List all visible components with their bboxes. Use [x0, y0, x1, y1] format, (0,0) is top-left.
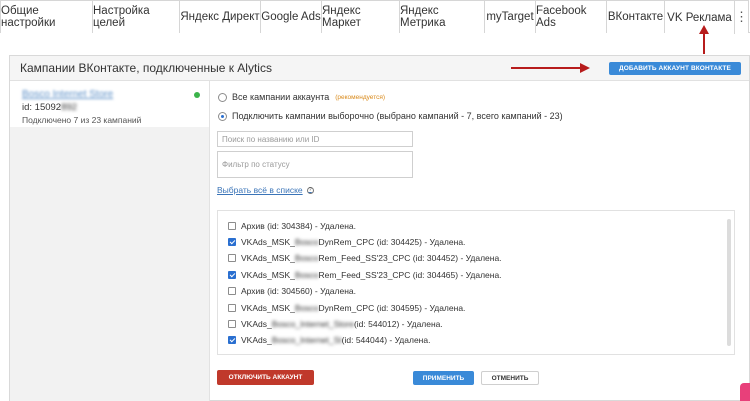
select-all-link[interactable]: Выбрать всё в списке ?	[217, 185, 314, 195]
accounts-sidebar: Bosco Internet Store id: 15092892 Подклю…	[10, 81, 210, 401]
option-all-campaigns[interactable]: Все кампании аккаунта (рекомендуется)	[218, 90, 563, 104]
tab-mytarget[interactable]: myTarget	[485, 0, 536, 33]
panel-header: Кампании ВКонтакте, подключенные к Alyti…	[10, 56, 749, 81]
tab-bar: Общие настройки Настройка целей Яндекс Д…	[0, 0, 750, 34]
option-all-label: Все кампании аккаунта	[232, 92, 330, 102]
tab-yandex-direct[interactable]: Яндекс Директ	[180, 0, 261, 33]
radio-all[interactable]	[218, 92, 227, 102]
status-filter-field[interactable]: Фильтр по статусу	[217, 151, 413, 178]
account-name[interactable]: Bosco Internet Store	[22, 89, 197, 100]
tab-facebook-ads[interactable]: Facebook Ads	[536, 0, 607, 33]
disconnect-account-button[interactable]: ОТКЛЮЧИТЬ АККАУНТ	[217, 370, 314, 385]
option-selected-campaigns[interactable]: Подключить кампании выборочно (выбрано к…	[218, 109, 563, 123]
tab-google-ads[interactable]: Google Ads	[261, 0, 322, 33]
tab-yandex-metrika[interactable]: Яндекс Метрика	[400, 0, 485, 33]
checkbox[interactable]	[228, 304, 236, 312]
checkbox[interactable]	[228, 254, 236, 262]
list-item[interactable]: Архив (id: 304560) - Удалена.	[228, 284, 356, 298]
status-dot-icon	[194, 92, 200, 98]
list-item[interactable]: VKAds_ Bosco_Internet_St (id: 544044) - Уд…	[228, 333, 430, 347]
list-item[interactable]: VKAds_ Bosco_Internet_Store (id: 544012) -…	[228, 317, 443, 331]
tab-goals[interactable]: Настройка целей	[93, 0, 180, 33]
checkbox[interactable]	[228, 222, 236, 230]
campaign-list: Архив (id: 304384) - Удалена. VKAds_MSK_…	[217, 210, 735, 355]
tab-yandex-market[interactable]: Яндекс Маркет	[322, 0, 400, 33]
list-item[interactable]: VKAds_MSK_ Bosco Rem_Feed_SS'23_CPC (id: 3…	[228, 268, 502, 282]
account-id: id: 15092892	[22, 102, 77, 113]
more-tabs-icon[interactable]: ⋮	[735, 0, 749, 33]
radio-selected[interactable]	[218, 111, 227, 121]
tab-vkontakte[interactable]: ВКонтакте	[607, 0, 665, 33]
checkbox[interactable]	[228, 320, 236, 328]
tab-vk-reklama[interactable]: VK Реклама	[665, 0, 735, 34]
select-all-label[interactable]: Выбрать всё в списке	[217, 185, 303, 195]
add-vk-account-button[interactable]: ДОБАВИТЬ АККАУНТ ВКОНТАКТЕ	[609, 62, 741, 75]
option-selected-label: Подключить кампании выборочно (выбрано к…	[232, 111, 563, 121]
help-icon[interactable]: ?	[306, 186, 314, 194]
list-item[interactable]: VKAds_MSK_ Bosco Rem_Feed_SS'23_CPC (id: 3…	[228, 251, 502, 265]
search-input[interactable]: Поиск по названию или ID	[217, 131, 413, 147]
account-card[interactable]: Bosco Internet Store id: 15092892 Подклю…	[10, 81, 209, 127]
account-connected-count: Подключено 7 из 23 кампаний	[22, 115, 142, 125]
mode-options: Все кампании аккаунта (рекомендуется) По…	[218, 90, 563, 123]
list-item[interactable]: VKAds_MSK_ Bosco DynRem_CPC (id: 304425) -…	[228, 235, 465, 249]
panel-title: Кампании ВКонтакте, подключенные к Alyti…	[20, 61, 272, 75]
tab-general-settings[interactable]: Общие настройки	[0, 0, 93, 33]
checkbox[interactable]	[228, 287, 236, 295]
checkbox[interactable]	[228, 238, 236, 246]
apply-button[interactable]: ПРИМЕНИТЬ	[413, 371, 474, 385]
cancel-button[interactable]: ОТМЕНИТЬ	[481, 371, 539, 385]
recommended-hint: (рекомендуется)	[335, 93, 386, 101]
list-scrollbar[interactable]	[727, 219, 731, 346]
checkbox[interactable]	[228, 336, 236, 344]
checkbox[interactable]	[228, 271, 236, 279]
list-item[interactable]: Архив (id: 304384) - Удалена.	[228, 219, 356, 233]
chat-widget-icon[interactable]	[740, 383, 750, 401]
list-item[interactable]: VKAds_MSK_ Bosco DynRem_CPC (id: 304595) -…	[228, 301, 465, 315]
